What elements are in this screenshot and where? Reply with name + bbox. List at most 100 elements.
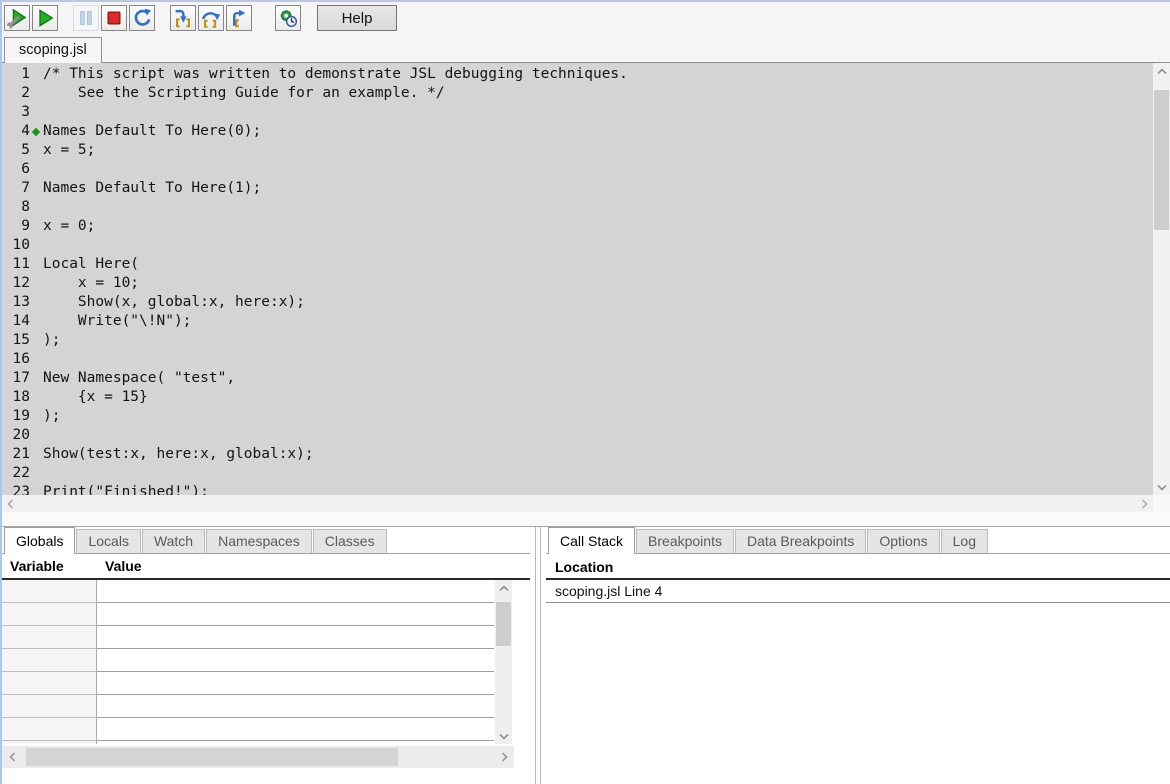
value-cell[interactable] — [97, 718, 494, 741]
code-line[interactable]: 15); — [2, 331, 1153, 350]
tab-options[interactable]: Options — [867, 529, 939, 553]
variables-vertical-scrollbar[interactable] — [495, 580, 512, 744]
variable-cell[interactable] — [2, 718, 97, 741]
code-line[interactable]: 18 {x = 15} — [2, 388, 1153, 407]
variable-cell[interactable] — [2, 580, 97, 603]
variable-row[interactable] — [2, 626, 530, 649]
value-cell[interactable] — [97, 603, 494, 626]
tab-locals[interactable]: Locals — [76, 529, 140, 553]
editor-horizontal-scrollbar[interactable] — [2, 495, 1153, 512]
scroll-left-icon[interactable] — [2, 746, 22, 768]
jsl-debugger-window: Help scoping.jsl 1/* This script was wri… — [0, 0, 1170, 784]
variable-row[interactable] — [2, 672, 530, 695]
code-line[interactable]: 20 — [2, 426, 1153, 445]
scroll-up-icon[interactable] — [1153, 63, 1170, 79]
code-line[interactable]: 11Local Here( — [2, 255, 1153, 274]
code-line[interactable]: 10 — [2, 236, 1153, 255]
code-line[interactable]: 12 x = 10; — [2, 274, 1153, 293]
line-number: 20 — [2, 426, 30, 445]
code-line[interactable]: 3 — [2, 103, 1153, 122]
value-cell[interactable] — [97, 695, 494, 718]
code-line[interactable]: 4Names Default To Here(0); — [2, 122, 1153, 141]
code-line[interactable]: 22 — [2, 464, 1153, 483]
tab-data-breakpoints[interactable]: Data Breakpoints — [735, 529, 866, 553]
marker-gutter — [30, 331, 43, 350]
step-into-button[interactable] — [170, 5, 196, 31]
run-script-button[interactable] — [4, 5, 30, 31]
reset-button[interactable] — [129, 5, 155, 31]
tab-classes[interactable]: Classes — [313, 529, 387, 553]
marker-gutter — [30, 464, 43, 483]
scroll-up-icon[interactable] — [495, 580, 512, 596]
vertical-scroll-thumb[interactable] — [496, 602, 511, 646]
bottom-panel-divider[interactable] — [530, 527, 546, 784]
tab-watch[interactable]: Watch — [142, 529, 205, 553]
variable-row[interactable] — [2, 649, 530, 672]
profiler-button[interactable] — [275, 5, 301, 31]
code-line[interactable]: 7Names Default To Here(1); — [2, 179, 1153, 198]
code-line[interactable]: 21Show(test:x, here:x, global:x); — [2, 445, 1153, 464]
tab-scoping-jsl[interactable]: scoping.jsl — [4, 37, 102, 63]
code-text: x = 0; — [43, 217, 95, 236]
value-cell[interactable] — [97, 741, 494, 744]
value-cell[interactable] — [97, 580, 494, 603]
value-cell[interactable] — [97, 672, 494, 695]
panel-splitter[interactable] — [2, 512, 1170, 526]
variables-table[interactable] — [2, 580, 530, 744]
stop-button[interactable] — [101, 5, 127, 31]
variable-cell[interactable] — [2, 695, 97, 718]
scroll-right-icon[interactable] — [494, 746, 514, 768]
code-line[interactable]: 1/* This script was written to demonstra… — [2, 65, 1153, 84]
tab-breakpoints[interactable]: Breakpoints — [636, 529, 734, 553]
line-number: 14 — [2, 312, 30, 331]
marker-gutter — [30, 198, 43, 217]
variable-row[interactable] — [2, 603, 530, 626]
variable-cell[interactable] — [2, 741, 97, 744]
code-area[interactable]: 1/* This script was written to demonstra… — [2, 65, 1153, 495]
scroll-down-icon[interactable] — [495, 728, 512, 744]
code-text: ); — [43, 407, 60, 426]
pause-button[interactable] — [73, 5, 99, 31]
tab-namespaces[interactable]: Namespaces — [206, 529, 312, 553]
scroll-left-icon[interactable] — [7, 499, 14, 509]
variable-cell[interactable] — [2, 603, 97, 626]
variables-horizontal-scrollbar[interactable] — [2, 746, 514, 768]
help-button[interactable]: Help — [317, 5, 397, 31]
code-line[interactable]: 5x = 5; — [2, 141, 1153, 160]
code-line[interactable]: 23Print("Finished!"); — [2, 483, 1153, 495]
code-line[interactable]: 16 — [2, 350, 1153, 369]
variable-cell[interactable] — [2, 672, 97, 695]
editor-vertical-scrollbar[interactable] — [1153, 63, 1170, 495]
scroll-right-icon[interactable] — [1141, 499, 1148, 509]
tab-call-stack[interactable]: Call Stack — [548, 527, 635, 554]
run-script-icon — [6, 7, 28, 29]
variable-cell[interactable] — [2, 649, 97, 672]
step-out-button[interactable] — [226, 5, 252, 31]
code-editor[interactable]: 1/* This script was written to demonstra… — [2, 62, 1170, 512]
horizontal-scroll-thumb[interactable] — [26, 748, 398, 766]
tab-globals[interactable]: Globals — [4, 527, 75, 554]
code-line[interactable]: 17New Namespace( "test", — [2, 369, 1153, 388]
code-line[interactable]: 19); — [2, 407, 1153, 426]
variable-row[interactable] — [2, 695, 530, 718]
tab-log[interactable]: Log — [941, 529, 988, 553]
variable-row[interactable] — [2, 741, 530, 744]
step-over-button[interactable] — [198, 5, 224, 31]
callstack-row[interactable]: scoping.jsl Line 4 — [546, 580, 1170, 603]
code-line[interactable]: 2 See the Scripting Guide for an example… — [2, 84, 1153, 103]
scroll-down-icon[interactable] — [1153, 479, 1170, 495]
code-text: See the Scripting Guide for an example. … — [43, 84, 445, 103]
code-line[interactable]: 14 Write("\!N"); — [2, 312, 1153, 331]
code-line[interactable]: 9x = 0; — [2, 217, 1153, 236]
variable-row[interactable] — [2, 718, 530, 741]
value-cell[interactable] — [97, 649, 494, 672]
code-line[interactable]: 13 Show(x, global:x, here:x); — [2, 293, 1153, 312]
value-cell[interactable] — [97, 626, 494, 649]
variable-row[interactable] — [2, 580, 530, 603]
code-line[interactable]: 8 — [2, 198, 1153, 217]
vertical-scroll-thumb[interactable] — [1154, 90, 1169, 230]
variable-cell[interactable] — [2, 626, 97, 649]
run-button[interactable] — [32, 5, 58, 31]
code-line[interactable]: 6 — [2, 160, 1153, 179]
marker-gutter — [30, 445, 43, 464]
